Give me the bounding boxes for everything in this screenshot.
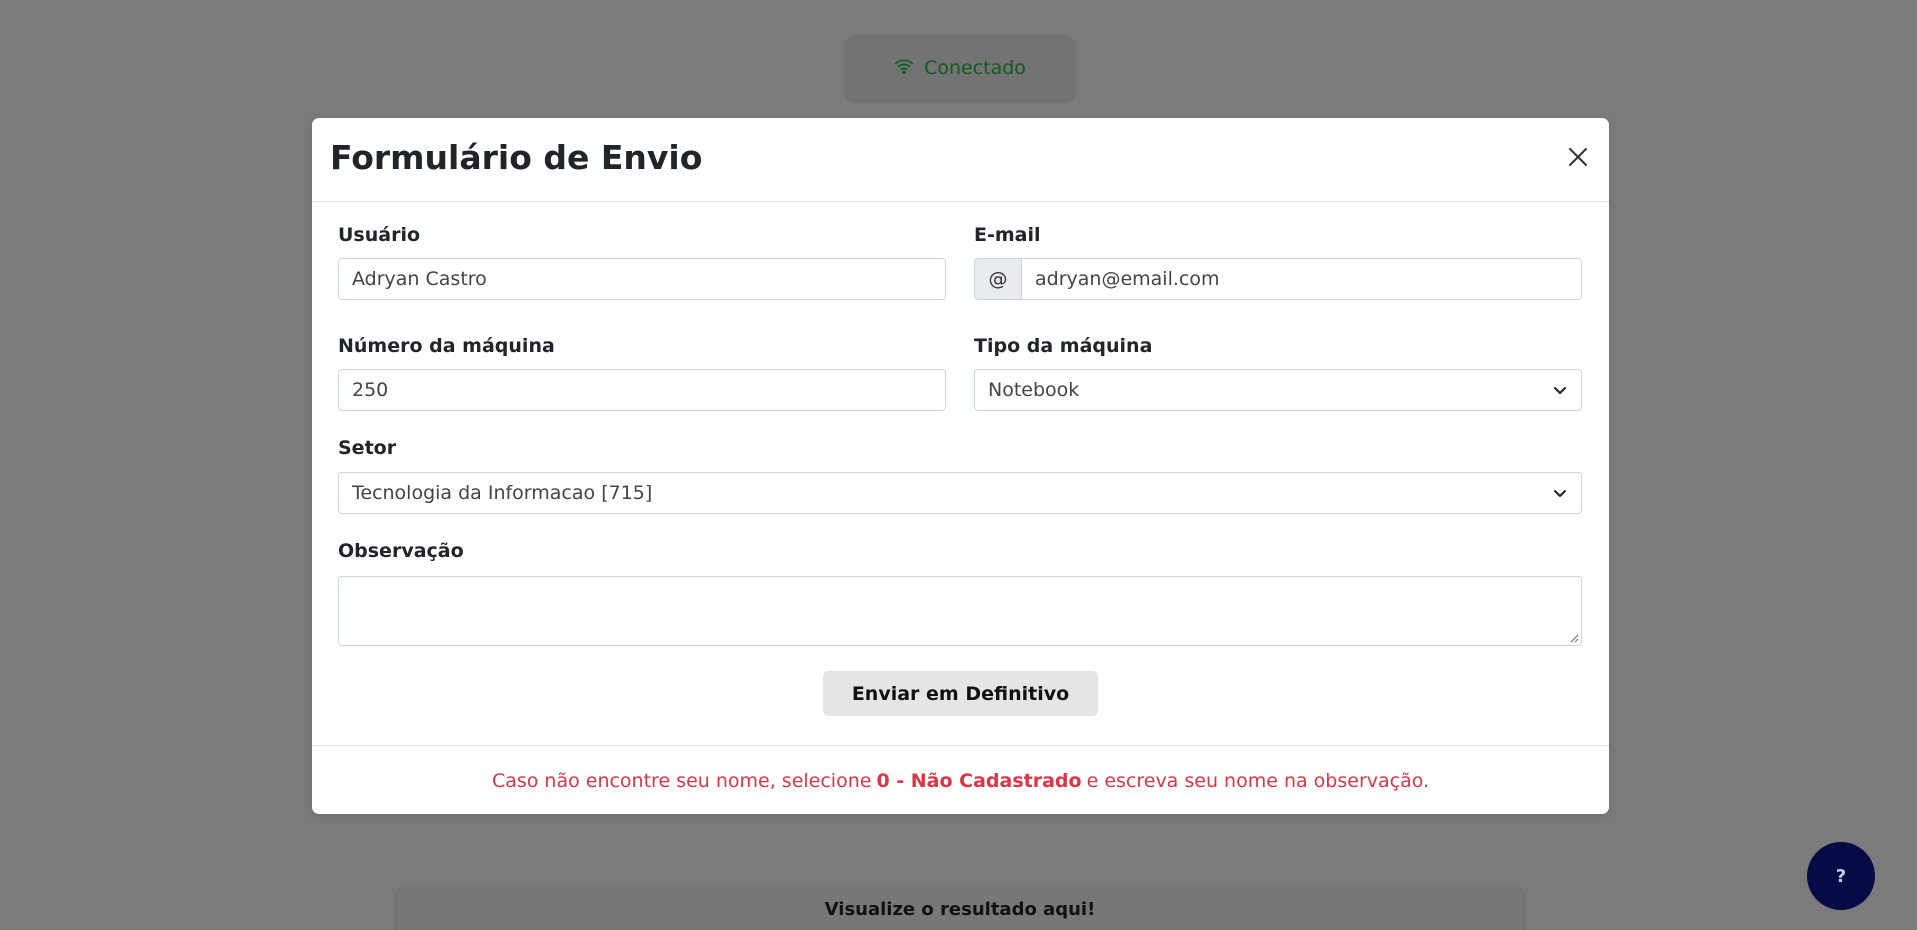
usuario-label: Usuário (338, 224, 421, 246)
footer-note-suffix: e escreva seu nome na observação. (1086, 769, 1430, 792)
modal-footer-note: Caso não encontre seu nome, selecione 0 … (312, 745, 1609, 814)
email-value: adryan@email.com (1035, 268, 1220, 290)
observacao-label: Observação (338, 540, 464, 562)
usuario-value: Adryan Castro (352, 268, 487, 290)
numero-maquina-value: 250 (352, 379, 389, 401)
submit-button[interactable]: Enviar em Definitivo (823, 671, 1098, 716)
numero-maquina-input[interactable]: 250 (338, 369, 946, 411)
chevron-down-icon (1554, 490, 1566, 497)
wifi-icon (894, 56, 914, 81)
result-title: Visualize o resultado aqui! (824, 899, 1096, 920)
email-input[interactable]: adryan@email.com (1021, 258, 1582, 300)
close-button[interactable] (1561, 142, 1595, 176)
close-icon (1567, 146, 1589, 172)
setor-label: Setor (338, 437, 397, 459)
tipo-maquina-value: Notebook (988, 379, 1080, 401)
tipo-maquina-label: Tipo da máquina (974, 335, 1153, 357)
observacao-textarea[interactable] (338, 576, 1582, 646)
at-sign-addon: @ (974, 258, 1021, 300)
numero-maquina-label: Número da máquina (338, 335, 555, 357)
tipo-maquina-select[interactable]: Notebook (974, 369, 1582, 411)
connection-status: Conectado (845, 35, 1075, 101)
email-label: E-mail (974, 224, 1041, 246)
help-button[interactable]: ? (1807, 842, 1875, 910)
footer-note-prefix: Caso não encontre seu nome, selecione (491, 769, 872, 792)
modal-body: Usuário Adryan Castro E-mail @ adryan@em… (312, 202, 1609, 729)
chevron-down-icon (1554, 387, 1566, 394)
email-field-group: @ adryan@email.com (974, 258, 1582, 300)
usuario-input[interactable]: Adryan Castro (338, 258, 946, 300)
footer-note-highlight: 0 - Não Cadastrado (876, 769, 1082, 792)
modal-title: Formulário de Envio (330, 138, 703, 177)
setor-value: Tecnologia da Informacao [715] (352, 482, 653, 504)
result-card: Visualize o resultado aqui! (397, 885, 1523, 930)
connection-status-label: Conectado (924, 57, 1026, 79)
resize-grip-icon[interactable] (1570, 634, 1579, 643)
modal-header: Formulário de Envio (312, 118, 1609, 202)
setor-select[interactable]: Tecnologia da Informacao [715] (338, 472, 1582, 514)
submission-modal: Formulário de Envio Usuário Adryan Castr… (312, 118, 1609, 814)
